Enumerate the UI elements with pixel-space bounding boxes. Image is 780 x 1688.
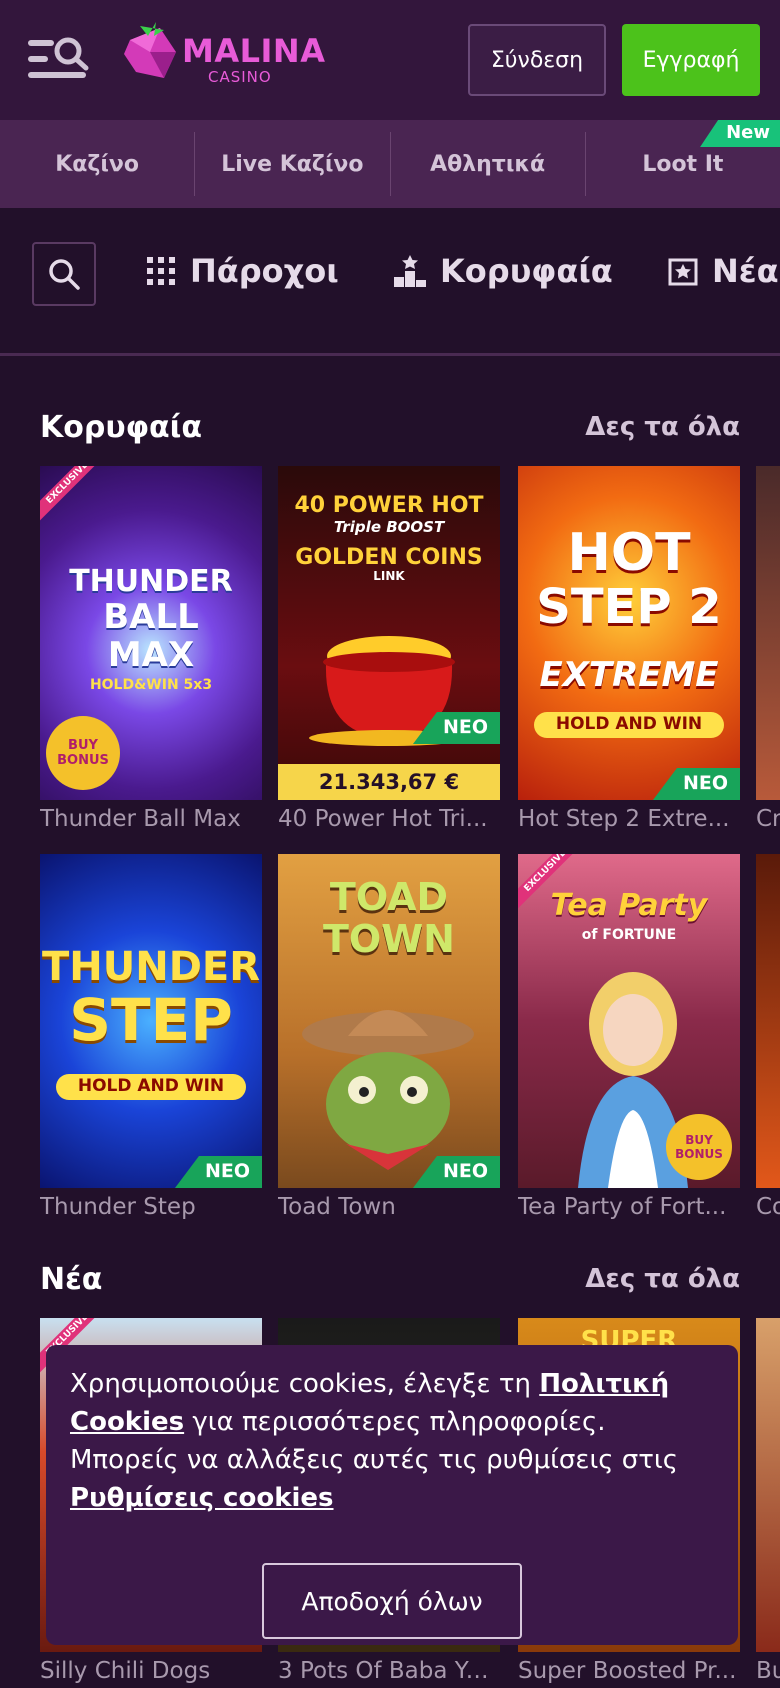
nav-item-label: Live Καζίνο <box>221 151 364 177</box>
game-art-subtitle: Triple BOOST <box>333 518 445 536</box>
game-art-title: Tea Party <box>550 888 708 923</box>
game-art-subtitle: HOLD&WIN 5x3 <box>89 677 213 693</box>
cookie-text-part: Χρησιμοποιούμε cookies, έλεγξε τη <box>70 1369 531 1399</box>
game-name[interactable]: Tea Party of Fort... <box>518 1194 740 1220</box>
game-art-title: 40 POWER HOT <box>294 493 484 518</box>
game-name[interactable]: Hot Step 2 Extre... <box>518 806 740 832</box>
nav-item-label: Καζίνο <box>55 151 140 177</box>
game-art-subtitle: HOLD AND WIN <box>534 712 724 738</box>
game-tile-40-power-hot[interactable]: 40 POWER HOT Triple BOOST GOLDEN COINS L… <box>278 466 500 800</box>
game-name[interactable]: 3 Pots Of Baba Ya... <box>278 1658 500 1684</box>
exclusive-ribbon: EXCLUSIVE <box>40 466 108 523</box>
game-name[interactable]: Super Boosted Pr... <box>518 1658 740 1684</box>
game-tile-hot-step-2[interactable]: HOT STEP 2 EXTREME HOLD AND WIN ΝΕΟ <box>518 466 740 800</box>
new-star-icon <box>668 258 698 286</box>
logo-subtext: CASINO <box>208 68 272 86</box>
buy-bonus-badge: BUY BONUS <box>666 1114 732 1180</box>
game-name[interactable]: Thunder Ball Max <box>40 806 262 832</box>
game-art-title: STEP 2 <box>536 579 722 635</box>
game-tile-thunder-step[interactable]: THUNDER STEP HOLD AND WIN ΝΕΟ <box>40 854 262 1188</box>
game-tile-partial[interactable] <box>756 1318 780 1652</box>
game-art-title: THUNDER <box>69 564 233 599</box>
filter-bar: Πάροχοι Κορυφαία Νέα <box>0 208 780 356</box>
nav-item-label: Αθλητικά <box>430 151 546 177</box>
game-art-title: STEP <box>69 986 233 1054</box>
main-nav: Καζίνο Live Καζίνο Αθλητικά Loot It New <box>0 120 780 208</box>
game-art-title: TOWN <box>323 917 455 961</box>
game-tile-tea-party-of-fortune[interactable]: EXCLUSIVE Tea Party of FORTUNE BUY BONUS <box>518 854 740 1188</box>
nav-item-label: Loot It <box>642 151 724 177</box>
nav-item-sports[interactable]: Αθλητικά <box>391 120 585 208</box>
game-art-title: EXTREME <box>539 655 719 695</box>
search-button[interactable] <box>32 242 96 306</box>
header: MALINA CASINO Σύνδεση Εγγραφή <box>0 0 780 120</box>
game-name[interactable]: 40 Power Hot Tri... <box>278 806 500 832</box>
section-title-new: Νέα <box>40 1262 103 1297</box>
game-name[interactable]: Co <box>756 1194 780 1220</box>
cookie-banner: Χρησιμοποιούμε cookies, έλεγξε τη Πολιτι… <box>46 1345 738 1645</box>
game-tile-toad-town[interactable]: TOAD TOWN ΝΕΟ <box>278 854 500 1188</box>
register-button[interactable]: Εγγραφή <box>622 24 760 96</box>
game-art-title: GOLDEN COINS <box>295 545 483 570</box>
filter-providers[interactable]: Πάροχοι <box>146 252 339 290</box>
raspberry-logo-icon <box>124 22 176 78</box>
filter-providers-label: Πάροχοι <box>190 252 339 290</box>
game-tile-thunder-ball-max[interactable]: EXCLUSIVE THUNDER BALL MAX HOLD&WIN 5x3 … <box>40 466 262 800</box>
game-tile-partial[interactable] <box>756 466 780 800</box>
accept-all-cookies-button[interactable]: Αποδοχή όλων <box>262 1563 522 1639</box>
game-name[interactable]: Cr <box>756 806 780 832</box>
filter-new-label: Νέα <box>712 252 779 290</box>
jackpot-amount: 21.343,67 € <box>278 764 500 800</box>
new-game-badge: ΝΕΟ <box>652 768 740 800</box>
see-all-new-link[interactable]: Δες τα όλα <box>585 1264 740 1294</box>
new-game-badge: ΝΕΟ <box>174 1156 262 1188</box>
game-art-subtitle: of FORTUNE <box>581 927 677 943</box>
filter-new[interactable]: Νέα <box>668 252 779 290</box>
malina-casino-logo[interactable]: MALINA CASINO <box>120 20 350 90</box>
game-art-subtitle: LINK <box>373 569 405 583</box>
podium-star-icon <box>394 255 426 287</box>
game-name[interactable]: Bu <box>756 1658 780 1684</box>
nav-item-loot-it[interactable]: Loot It New <box>586 120 780 208</box>
nav-item-casino[interactable]: Καζίνο <box>0 120 194 208</box>
game-name[interactable]: Toad Town <box>278 1194 500 1220</box>
game-art-title: THUNDER <box>41 944 261 990</box>
toad-cowboy-image <box>302 1010 474 1170</box>
cookie-text: Χρησιμοποιούμε cookies, έλεγξε τη Πολιτι… <box>70 1365 720 1517</box>
grid-icon <box>147 257 175 285</box>
new-badge: New <box>700 120 780 147</box>
cookie-settings-link[interactable]: Ρυθμίσεις cookies <box>70 1483 334 1513</box>
filter-top[interactable]: Κορυφαία <box>394 252 613 290</box>
game-art-title: BALL <box>103 597 199 637</box>
search-icon <box>49 259 80 290</box>
game-name[interactable]: Silly Chili Dogs <box>40 1658 262 1684</box>
game-art-subtitle: HOLD AND WIN <box>56 1074 246 1100</box>
login-button[interactable]: Σύνδεση <box>468 24 606 96</box>
game-art-title: MAX <box>107 635 195 675</box>
filter-top-label: Κορυφαία <box>440 252 613 290</box>
game-name[interactable]: Thunder Step <box>40 1194 262 1220</box>
game-tile-partial[interactable] <box>756 854 780 1188</box>
logo-text: MALINA <box>182 32 326 70</box>
menu-search-icon[interactable] <box>28 36 90 84</box>
game-art-title: HOT <box>567 523 691 583</box>
buy-bonus-badge: BUY BONUS <box>46 716 120 790</box>
section-title-top: Κορυφαία <box>40 410 202 445</box>
see-all-top-link[interactable]: Δες τα όλα <box>585 412 740 442</box>
game-art-title: TOAD <box>329 875 449 919</box>
nav-item-live-casino[interactable]: Live Καζίνο <box>195 120 389 208</box>
